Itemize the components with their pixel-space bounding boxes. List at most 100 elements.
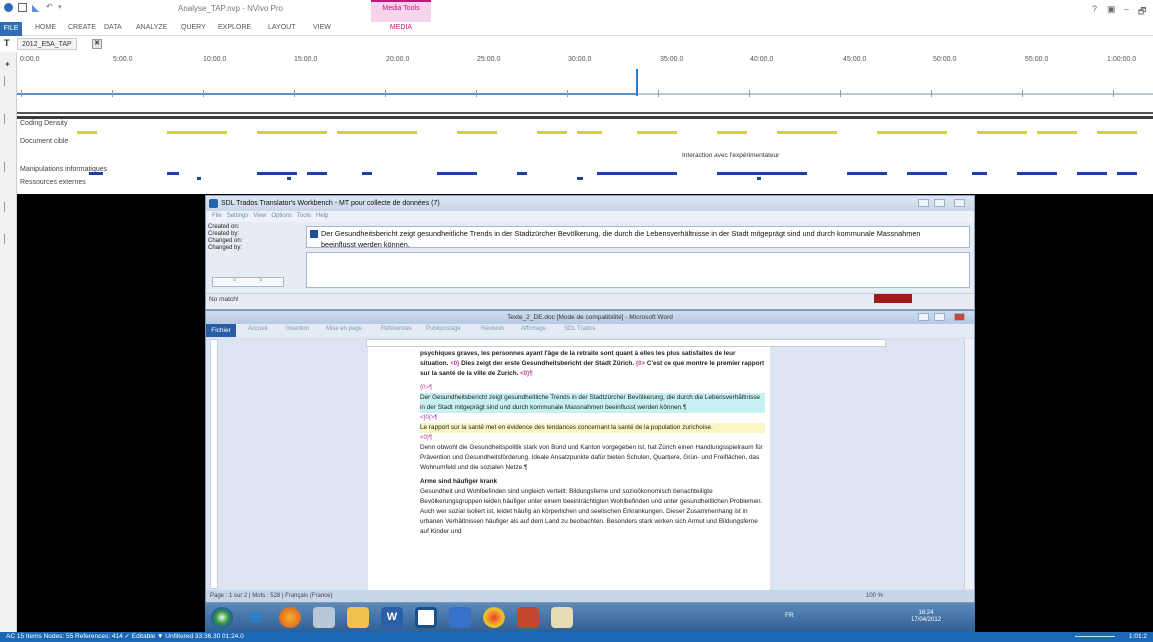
coding-stripe-segment[interactable] (517, 172, 527, 175)
playhead-handle[interactable] (636, 69, 639, 96)
explorer-icon[interactable] (347, 607, 369, 628)
word-minimize-button[interactable] (918, 313, 929, 321)
coding-stripe-segment[interactable] (1117, 172, 1137, 175)
word-close-button[interactable] (954, 313, 965, 321)
coding-stripe-segment[interactable] (457, 131, 497, 134)
next-button[interactable]: > (259, 278, 263, 284)
coding-stripe-segment[interactable] (337, 131, 417, 134)
word-tab-insertion[interactable]: Insertion (286, 326, 309, 332)
coding-stripe-segment[interactable] (877, 131, 917, 134)
menu-tools[interactable]: Tools (297, 213, 311, 219)
menu-options[interactable]: Options (271, 213, 292, 219)
coding-stripe-segment[interactable] (777, 131, 837, 134)
coding-stripe-segment[interactable] (1017, 172, 1057, 175)
menu-view[interactable]: View (253, 213, 266, 219)
help-button[interactable]: ? (1092, 4, 1097, 14)
trados-icon[interactable] (415, 607, 437, 628)
document-page[interactable]: psychiques graves, les personnes ayant l… (368, 347, 770, 591)
language-indicator[interactable]: FR (785, 612, 794, 619)
close-icon[interactable]: ✖ (92, 39, 102, 49)
firefox-icon[interactable] (279, 607, 301, 628)
tab-data[interactable]: DATA (104, 24, 122, 31)
vertical-ruler[interactable] (210, 339, 218, 589)
minimize-button[interactable]: – (1124, 4, 1129, 14)
zoom-level[interactable]: 100 % (866, 590, 883, 602)
coding-stripe-segment[interactable] (17, 116, 1153, 119)
media-timeline[interactable]: 0:00.0 5:00.0 10:00.0 15:00.0 20:00.0 25… (17, 52, 1153, 114)
app-icon[interactable] (551, 607, 573, 628)
tab-create[interactable]: CREATE (68, 24, 96, 31)
tab-file[interactable]: FILE (0, 22, 22, 36)
coding-stripe-segment[interactable] (1077, 172, 1107, 175)
coding-stripe-segment[interactable] (637, 131, 677, 134)
tab-layout[interactable]: LAYOUT (268, 24, 296, 31)
coding-stripe-segment[interactable] (1037, 131, 1077, 134)
app-icon[interactable] (449, 607, 471, 628)
trados-maximize-button[interactable] (934, 199, 945, 207)
menu-settings[interactable]: Settings (227, 213, 249, 219)
tab-explore[interactable]: EXPLORE (218, 24, 251, 31)
coding-stripe-segment[interactable] (717, 131, 747, 134)
coding-stripe-segment[interactable] (197, 177, 201, 180)
menu-file[interactable]: File (212, 213, 222, 219)
app-icon[interactable] (517, 607, 539, 628)
prev-button[interactable]: < (233, 278, 237, 284)
coding-stripe-segment[interactable] (537, 131, 567, 134)
target-segment[interactable] (306, 252, 970, 288)
word-tab-sdl-trados[interactable]: SDL Trados (564, 326, 595, 332)
coding-stripe-segment[interactable] (577, 177, 583, 180)
coding-stripe-segment[interactable] (847, 172, 887, 175)
save-icon[interactable] (18, 3, 27, 12)
word-tab-accueil[interactable]: Accueil (248, 326, 267, 332)
coding-stripe-segment[interactable] (1097, 131, 1137, 134)
tab-media[interactable]: MEDIA (371, 24, 431, 31)
text-tool-icon[interactable]: T (4, 38, 10, 48)
trados-close-button[interactable] (954, 199, 965, 207)
horizontal-ruler[interactable] (366, 339, 886, 347)
word-tab-mise-en-page[interactable]: Mise en page (326, 326, 362, 332)
chrome-icon[interactable] (483, 607, 505, 628)
tab-home[interactable]: HOME (35, 24, 56, 31)
coding-stripe-segment[interactable] (257, 172, 297, 175)
trados-minimize-button[interactable] (918, 199, 929, 207)
word-tab-references[interactable]: Références (381, 326, 412, 332)
word-tab-fichier[interactable]: Fichier (206, 324, 236, 337)
coding-stripe-segment[interactable] (717, 172, 807, 175)
word-tab-revision[interactable]: Révision (481, 326, 504, 332)
coding-stripe-segment[interactable] (167, 131, 227, 134)
document-tab[interactable]: 2012_E5A_TAP (17, 38, 77, 50)
word-tab-affichage[interactable]: Affichage (521, 326, 546, 332)
start-button-icon[interactable] (211, 607, 233, 628)
clock[interactable]: 16:24 17/04/2012 (911, 610, 941, 624)
coding-stripe-segment[interactable] (307, 172, 327, 175)
source-segment[interactable]: Der Gesundheitsbericht zeigt gesundheitl… (306, 226, 970, 248)
app-icon[interactable] (313, 607, 335, 628)
word-icon[interactable]: W (381, 607, 403, 628)
restore-button[interactable]: 🗗 (1138, 4, 1146, 20)
edit-icon[interactable] (32, 3, 41, 12)
word-tab-publipostage[interactable]: Publipostage (426, 326, 461, 332)
qat-dropdown-icon[interactable]: ▾ (58, 3, 67, 12)
coding-stripe-segment[interactable] (972, 172, 987, 175)
coding-stripe-segment[interactable] (757, 177, 761, 180)
coding-stripe-segment[interactable] (257, 131, 327, 134)
coding-stripe-segment[interactable] (577, 131, 602, 134)
coding-stripe-segment[interactable] (89, 172, 103, 175)
vertical-scrollbar[interactable] (964, 339, 974, 589)
internet-explorer-icon[interactable]: e (245, 607, 267, 628)
coding-stripe-segment[interactable] (167, 172, 179, 175)
coding-stripe-segment[interactable] (977, 131, 1027, 134)
menu-help[interactable]: Help (316, 213, 328, 219)
tab-analyze[interactable]: ANALYZE (136, 24, 167, 31)
coding-stripe-segment[interactable] (917, 131, 947, 134)
coding-stripe-segment[interactable] (77, 131, 97, 134)
ribbon-display-button[interactable]: ▣ (1107, 4, 1116, 15)
coding-stripe-segment[interactable] (597, 172, 677, 175)
undo-icon[interactable]: ↶ (46, 3, 55, 12)
tab-query[interactable]: QUERY (181, 24, 206, 31)
zoom-slider[interactable] (1075, 636, 1115, 637)
pin-icon[interactable]: ✦ (4, 60, 12, 70)
word-maximize-button[interactable] (934, 313, 945, 321)
coding-stripe-segment[interactable] (362, 172, 372, 175)
coding-stripe-segment[interactable] (287, 177, 291, 180)
